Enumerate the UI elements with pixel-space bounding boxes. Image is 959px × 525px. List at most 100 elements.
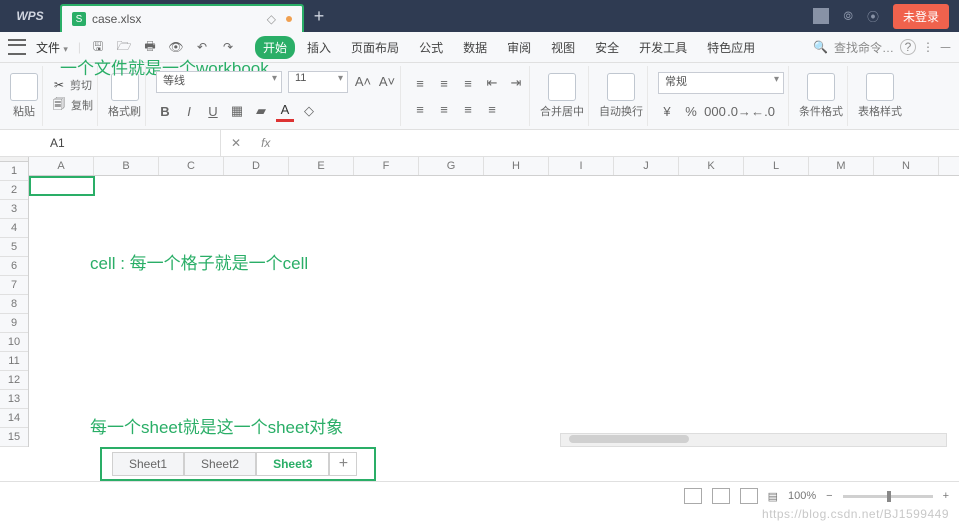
tab-特色应用[interactable]: 特色应用 xyxy=(699,36,763,59)
clear-format-icon[interactable]: ◇ xyxy=(300,102,318,120)
indent-dec-icon[interactable]: ⇤ xyxy=(483,74,501,92)
comment-icon[interactable]: ◇ xyxy=(267,12,276,26)
new-tab-button[interactable]: + xyxy=(304,6,334,27)
active-cell[interactable] xyxy=(29,176,95,196)
table-style-icon[interactable] xyxy=(866,73,894,101)
col-header[interactable]: E xyxy=(289,157,354,175)
tab-视图[interactable]: 视图 xyxy=(543,36,583,59)
bold-icon[interactable]: B xyxy=(156,102,174,120)
justify-icon[interactable]: ≡ xyxy=(483,100,501,118)
zoom-out-icon[interactable]: − xyxy=(826,490,832,502)
thousands-icon[interactable]: 000 xyxy=(706,102,724,120)
underline-icon[interactable]: U xyxy=(204,102,222,120)
col-header[interactable]: F xyxy=(354,157,419,175)
tab-公式[interactable]: 公式 xyxy=(411,36,451,59)
font-size-select[interactable]: 11 xyxy=(288,71,348,93)
row-header[interactable]: 9 xyxy=(0,314,28,333)
col-header[interactable]: J xyxy=(614,157,679,175)
row-header[interactable]: 12 xyxy=(0,371,28,390)
row-header[interactable]: 8 xyxy=(0,295,28,314)
align-mid-icon[interactable]: ≡ xyxy=(435,74,453,92)
normal-view-icon[interactable] xyxy=(684,488,702,504)
add-sheet-button[interactable]: + xyxy=(329,452,357,476)
more-icon[interactable]: ⋮ xyxy=(922,40,934,54)
paste-icon[interactable] xyxy=(10,73,38,101)
percent-icon[interactable]: % xyxy=(682,102,700,120)
zoom-in-icon[interactable]: + xyxy=(943,490,949,502)
dec-inc-icon[interactable]: .0→ xyxy=(730,102,748,120)
cell-grid[interactable] xyxy=(29,176,959,447)
save-icon[interactable]: 🖫 xyxy=(87,36,109,58)
collapse-ribbon-icon[interactable]: ㅡ xyxy=(940,39,951,56)
row-header[interactable]: 13 xyxy=(0,390,28,409)
italic-icon[interactable]: I xyxy=(180,102,198,120)
align-center-icon[interactable]: ≡ xyxy=(435,100,453,118)
col-header[interactable]: G xyxy=(419,157,484,175)
cond-format-icon[interactable] xyxy=(807,73,835,101)
indent-inc-icon[interactable]: ⇥ xyxy=(507,74,525,92)
format-painter-icon[interactable] xyxy=(111,73,139,101)
tab-开发工具[interactable]: 开发工具 xyxy=(631,36,695,59)
col-header[interactable]: I xyxy=(549,157,614,175)
hamburger-icon[interactable] xyxy=(8,39,26,55)
redo-icon[interactable]: ↷ xyxy=(217,36,239,58)
align-top-icon[interactable]: ≡ xyxy=(411,74,429,92)
wrap-icon[interactable] xyxy=(607,73,635,101)
col-header[interactable]: B xyxy=(94,157,159,175)
align-bot-icon[interactable]: ≡ xyxy=(459,74,477,92)
tab-安全[interactable]: 安全 xyxy=(587,36,627,59)
row-header[interactable]: 4 xyxy=(0,219,28,238)
currency-icon[interactable]: ¥ xyxy=(658,102,676,120)
merge-icon[interactable] xyxy=(548,73,576,101)
row-header[interactable]: 3 xyxy=(0,200,28,219)
align-left-icon[interactable]: ≡ xyxy=(411,100,429,118)
col-header[interactable]: D xyxy=(224,157,289,175)
border-icon[interactable]: ▦ xyxy=(228,102,246,120)
undo-icon[interactable]: ↶ xyxy=(191,36,213,58)
sheet-tab-sheet2[interactable]: Sheet2 xyxy=(184,452,256,476)
print-icon[interactable]: 🖶 xyxy=(139,36,161,58)
reading-view-icon[interactable]: ▤ xyxy=(768,490,778,503)
row-header[interactable]: 10 xyxy=(0,333,28,352)
row-header[interactable]: 6 xyxy=(0,257,28,276)
window-icon-3[interactable]: ⦿ xyxy=(867,8,879,25)
fill-color-icon[interactable]: ▰ xyxy=(252,102,270,120)
name-box[interactable]: A1 xyxy=(0,130,221,156)
zoom-value[interactable]: 100% xyxy=(788,490,816,502)
row-header[interactable]: 14 xyxy=(0,409,28,428)
horizontal-scrollbar[interactable] xyxy=(560,433,947,447)
tab-页面布局[interactable]: 页面布局 xyxy=(343,36,407,59)
font-name-select[interactable]: 等线 xyxy=(156,71,282,93)
sheet-tab-sheet3[interactable]: Sheet3 xyxy=(256,452,329,476)
help-icon[interactable]: ? xyxy=(900,39,916,55)
col-header[interactable]: A xyxy=(29,157,94,175)
decrease-font-icon[interactable]: A˅ xyxy=(378,73,396,91)
tab-插入[interactable]: 插入 xyxy=(299,36,339,59)
row-header[interactable]: 5 xyxy=(0,238,28,257)
break-view-icon[interactable] xyxy=(740,488,758,504)
tab-数据[interactable]: 数据 xyxy=(455,36,495,59)
copy-icon[interactable]: 🗐 xyxy=(53,95,65,116)
print-preview-icon[interactable]: 👁 xyxy=(165,36,187,58)
row-header[interactable]: 2 xyxy=(0,181,28,200)
cut-icon[interactable]: ✂ xyxy=(54,78,64,92)
file-menu[interactable]: 文件 ▾ xyxy=(36,39,68,56)
folder-icon[interactable]: 🗁 xyxy=(113,36,135,58)
zoom-slider[interactable] xyxy=(843,495,933,498)
row-header[interactable]: 15 xyxy=(0,428,28,447)
row-header[interactable]: 7 xyxy=(0,276,28,295)
document-tab[interactable]: S case.xlsx ◇ xyxy=(60,4,304,32)
window-icon-1[interactable] xyxy=(813,8,829,24)
fx-icon[interactable]: fx xyxy=(251,136,280,150)
page-view-icon[interactable] xyxy=(712,488,730,504)
row-header[interactable]: 1 xyxy=(0,162,28,181)
col-header[interactable]: L xyxy=(744,157,809,175)
tab-审阅[interactable]: 审阅 xyxy=(499,36,539,59)
increase-font-icon[interactable]: A˄ xyxy=(354,73,372,91)
dec-dec-icon[interactable]: ←.0 xyxy=(754,102,772,120)
align-right-icon[interactable]: ≡ xyxy=(459,100,477,118)
cancel-icon[interactable]: ✕ xyxy=(221,136,251,150)
search-input[interactable]: 查找命令… xyxy=(834,39,894,56)
font-color-icon[interactable]: A xyxy=(276,101,294,122)
col-header[interactable]: K xyxy=(679,157,744,175)
